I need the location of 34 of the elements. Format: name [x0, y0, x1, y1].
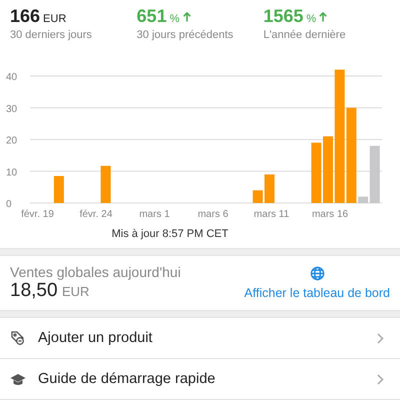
tag-icon — [10, 330, 26, 346]
stat-label: 30 derniers jours — [10, 29, 93, 41]
x-tick-label: mars 6 — [198, 209, 228, 220]
globe-icon — [310, 266, 325, 281]
chevron-right-icon — [377, 374, 384, 384]
x-tick-label: mars 16 — [312, 209, 348, 220]
sales-label: Ventes globales aujourd'hui — [10, 264, 181, 280]
arrow-up-icon — [182, 12, 190, 22]
sales-value: 18,50 — [10, 280, 58, 301]
arrow-up-icon — [319, 12, 328, 22]
stat-unit: EUR — [43, 13, 66, 25]
x-tick-label: mars 1 — [139, 209, 170, 220]
stat-label: 30 jours précédents — [136, 29, 234, 41]
sales-unit: EUR — [62, 284, 90, 299]
stat-value: 1565 — [263, 6, 304, 27]
x-tick-label: mars 11 — [254, 209, 290, 220]
update-time: Mis à jour 8:57 PM CET — [112, 228, 228, 240]
y-tick-label: 40 — [6, 72, 18, 83]
dashboard-link[interactable]: Afficher le tableau de bord — [244, 286, 390, 300]
stat-value: 166 — [10, 6, 40, 27]
stat-label: L'année dernière — [263, 29, 347, 41]
stat-unit: % — [306, 13, 316, 25]
chevron-right-icon — [377, 332, 384, 344]
x-tick-label: févr. 19 — [21, 209, 54, 220]
menu-item[interactable]: Guide de démarrage rapide — [0, 359, 400, 400]
y-tick-label: 10 — [6, 167, 18, 178]
menu-item[interactable]: Ajouter un produit — [0, 318, 400, 359]
y-tick-label: 20 — [6, 136, 18, 146]
x-tick-label: févr. 24 — [80, 209, 112, 220]
graduation-cap-icon — [10, 371, 26, 387]
y-tick-label: 0 — [6, 199, 12, 210]
stat-value: 651 — [136, 6, 167, 27]
stat-unit: % — [170, 13, 180, 25]
y-tick-label: 30 — [6, 104, 18, 115]
